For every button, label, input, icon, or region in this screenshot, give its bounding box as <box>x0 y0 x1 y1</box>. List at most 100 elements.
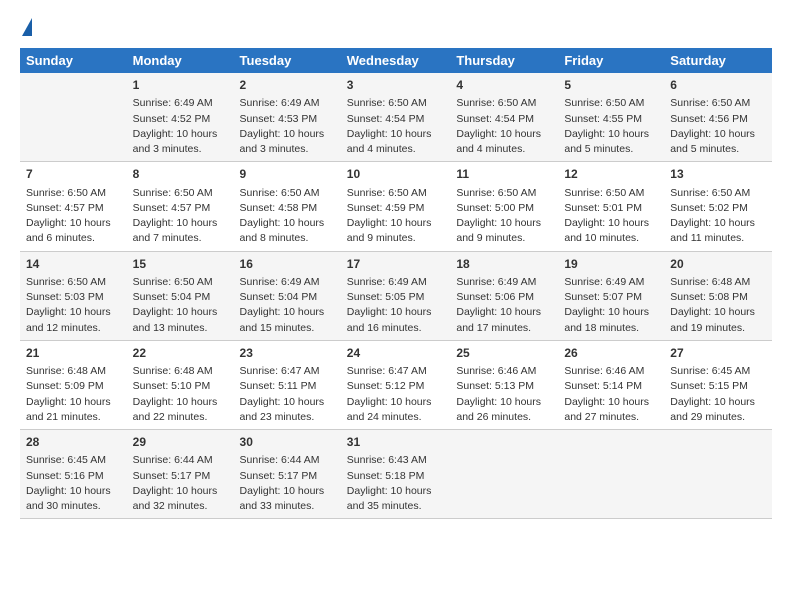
daylight-text: Daylight: 10 hours and 3 minutes. <box>133 128 218 155</box>
daylight-text: Daylight: 10 hours and 7 minutes. <box>133 217 218 244</box>
logo-arrow-icon <box>22 18 32 36</box>
daylight-text: Daylight: 10 hours and 21 minutes. <box>26 396 111 423</box>
day-number: 19 <box>564 256 658 273</box>
day-cell: 13Sunrise: 6:50 AMSunset: 5:02 PMDayligh… <box>664 162 772 251</box>
sunrise-text: Sunrise: 6:50 AM <box>240 187 320 199</box>
day-number: 6 <box>670 77 766 94</box>
day-cell <box>20 73 127 162</box>
sunset-text: Sunset: 4:58 PM <box>240 202 318 214</box>
day-cell: 29Sunrise: 6:44 AMSunset: 5:17 PMDayligh… <box>127 430 234 519</box>
day-cell: 31Sunrise: 6:43 AMSunset: 5:18 PMDayligh… <box>341 430 451 519</box>
day-cell: 22 Sunrise: 6:48 AM Sunset: 5:10 PM Dayligh… <box>127 340 234 429</box>
day-number: 20 <box>670 256 766 273</box>
day-cell: 11Sunrise: 6:50 AMSunset: 5:00 PMDayligh… <box>450 162 558 251</box>
daylight-text: Daylight: 10 hours and 11 minutes. <box>670 217 755 244</box>
header-cell-monday: Monday <box>127 48 234 73</box>
header-row: SundayMondayTuesdayWednesdayThursdayFrid… <box>20 48 772 73</box>
daylight-text: Daylight: 10 hours and 9 minutes. <box>347 217 432 244</box>
day-cell: 12Sunrise: 6:50 AMSunset: 5:01 PMDayligh… <box>558 162 664 251</box>
daylight-text: Daylight: 10 hours and 4 minutes. <box>456 128 541 155</box>
sunset-text: Sunset: 4:53 PM <box>240 113 318 125</box>
day-cell: 21Sunrise: 6:48 AMSunset: 5:09 PMDayligh… <box>20 340 127 429</box>
day-cell <box>450 430 558 519</box>
day-number: 26 <box>564 345 658 362</box>
sunrise-text: Sunrise: 6:49 AM <box>133 97 213 109</box>
sunset-text: Sunset: 4:57 PM <box>133 202 211 214</box>
sunset-text: Sunset: 5:00 PM <box>456 202 534 214</box>
sunrise-text: Sunrise: 6:47 AM <box>347 365 427 377</box>
day-number: 9 <box>240 166 335 183</box>
day-cell: 8Sunrise: 6:50 AMSunset: 4:57 PMDaylight… <box>127 162 234 251</box>
daylight-text: Daylight: 10 hours and 27 minutes. <box>564 396 649 423</box>
day-number: 10 <box>347 166 445 183</box>
sunset-text: Sunset: 5:04 PM <box>133 291 211 303</box>
daylight-text: Daylight: 10 hours and 18 minutes. <box>564 306 649 333</box>
day-cell: 5Sunrise: 6:50 AMSunset: 4:55 PMDaylight… <box>558 73 664 162</box>
day-cell: 2Sunrise: 6:49 AMSunset: 4:53 PMDaylight… <box>234 73 341 162</box>
day-number: 12 <box>564 166 658 183</box>
daylight-text: Daylight: 10 hours and 24 minutes. <box>347 396 432 423</box>
daylight-text: Daylight: 10 hours and 17 minutes. <box>456 306 541 333</box>
sunrise-text: Sunrise: 6:50 AM <box>670 187 750 199</box>
daylight-text: Daylight: 10 hours and 32 minutes. <box>133 485 218 512</box>
day-cell: 16Sunrise: 6:49 AMSunset: 5:04 PMDayligh… <box>234 251 341 340</box>
week-row-4: 21Sunrise: 6:48 AMSunset: 5:09 PMDayligh… <box>20 340 772 429</box>
daylight-text: Daylight: 10 hours and 13 minutes. <box>133 306 218 333</box>
daylight-text: Daylight: 10 hours and 5 minutes. <box>670 128 755 155</box>
daylight-text: Daylight: 10 hours and 12 minutes. <box>26 306 111 333</box>
sunrise-text: Sunrise: 6:44 AM <box>240 454 320 466</box>
sunset-text: Sunset: 4:54 PM <box>347 113 425 125</box>
sunrise-text: Sunrise: 6:49 AM <box>240 97 320 109</box>
daylight-text: Daylight: 10 hours and 33 minutes. <box>240 485 325 512</box>
sunrise-text: Sunrise: 6:48 AM <box>133 365 213 377</box>
day-cell: 24Sunrise: 6:47 AMSunset: 5:12 PMDayligh… <box>341 340 451 429</box>
day-cell: 28Sunrise: 6:45 AMSunset: 5:16 PMDayligh… <box>20 430 127 519</box>
sunset-text: Sunset: 5:01 PM <box>564 202 642 214</box>
sunrise-text: Sunrise: 6:45 AM <box>670 365 750 377</box>
daylight-text: Daylight: 10 hours and 5 minutes. <box>564 128 649 155</box>
sunset-text: Sunset: 5:09 PM <box>26 380 104 392</box>
sunrise-text: Sunrise: 6:48 AM <box>670 276 750 288</box>
page: SundayMondayTuesdayWednesdayThursdayFrid… <box>0 0 792 529</box>
sunset-text: Sunset: 5:05 PM <box>347 291 425 303</box>
day-number: 13 <box>670 166 766 183</box>
day-cell: 7Sunrise: 6:50 AMSunset: 4:57 PMDaylight… <box>20 162 127 251</box>
day-number: 27 <box>670 345 766 362</box>
sunset-text: Sunset: 5:10 PM <box>133 380 211 392</box>
sunset-text: Sunset: 4:59 PM <box>347 202 425 214</box>
sunset-text: Sunset: 5:13 PM <box>456 380 534 392</box>
daylight-text: Daylight: 10 hours and 8 minutes. <box>240 217 325 244</box>
day-cell: 25Sunrise: 6:46 AMSunset: 5:13 PMDayligh… <box>450 340 558 429</box>
header-cell-saturday: Saturday <box>664 48 772 73</box>
day-number: 14 <box>26 256 121 273</box>
day-cell: 10Sunrise: 6:50 AMSunset: 4:59 PMDayligh… <box>341 162 451 251</box>
day-number: 30 <box>240 434 335 451</box>
daylight-text: Daylight: 10 hours and 30 minutes. <box>26 485 111 512</box>
sunset-text: Sunset: 5:03 PM <box>26 291 104 303</box>
sunset-text: Sunset: 5:06 PM <box>456 291 534 303</box>
sunrise-text: Sunrise: 6:49 AM <box>564 276 644 288</box>
day-number: 22 <box>133 345 228 362</box>
day-cell: 9 Sunrise: 6:50 AM Sunset: 4:58 PM Daylight… <box>234 162 341 251</box>
sunrise-text: Sunrise: 6:50 AM <box>456 187 536 199</box>
daylight-text: Daylight: 10 hours and 6 minutes. <box>26 217 111 244</box>
day-number: 7 <box>26 166 121 183</box>
day-cell: 15Sunrise: 6:50 AMSunset: 5:04 PMDayligh… <box>127 251 234 340</box>
daylight-text: Daylight: 10 hours and 23 minutes. <box>240 396 325 423</box>
day-cell <box>558 430 664 519</box>
daylight-text: Daylight: 10 hours and 29 minutes. <box>670 396 755 423</box>
day-number: 11 <box>456 166 552 183</box>
daylight-text: Daylight: 10 hours and 22 minutes. <box>133 396 218 423</box>
day-number: 2 <box>240 77 335 94</box>
header-cell-sunday: Sunday <box>20 48 127 73</box>
day-cell: 17Sunrise: 6:49 AMSunset: 5:05 PMDayligh… <box>341 251 451 340</box>
day-number: 25 <box>456 345 552 362</box>
sunrise-text: Sunrise: 6:49 AM <box>240 276 320 288</box>
sunset-text: Sunset: 5:11 PM <box>240 380 317 392</box>
day-number: 31 <box>347 434 445 451</box>
day-number: 24 <box>347 345 445 362</box>
sunrise-text: Sunrise: 6:50 AM <box>670 97 750 109</box>
daylight-text: Daylight: 10 hours and 19 minutes. <box>670 306 755 333</box>
sunrise-text: Sunrise: 6:47 AM <box>240 365 320 377</box>
sunset-text: Sunset: 5:18 PM <box>347 470 425 482</box>
